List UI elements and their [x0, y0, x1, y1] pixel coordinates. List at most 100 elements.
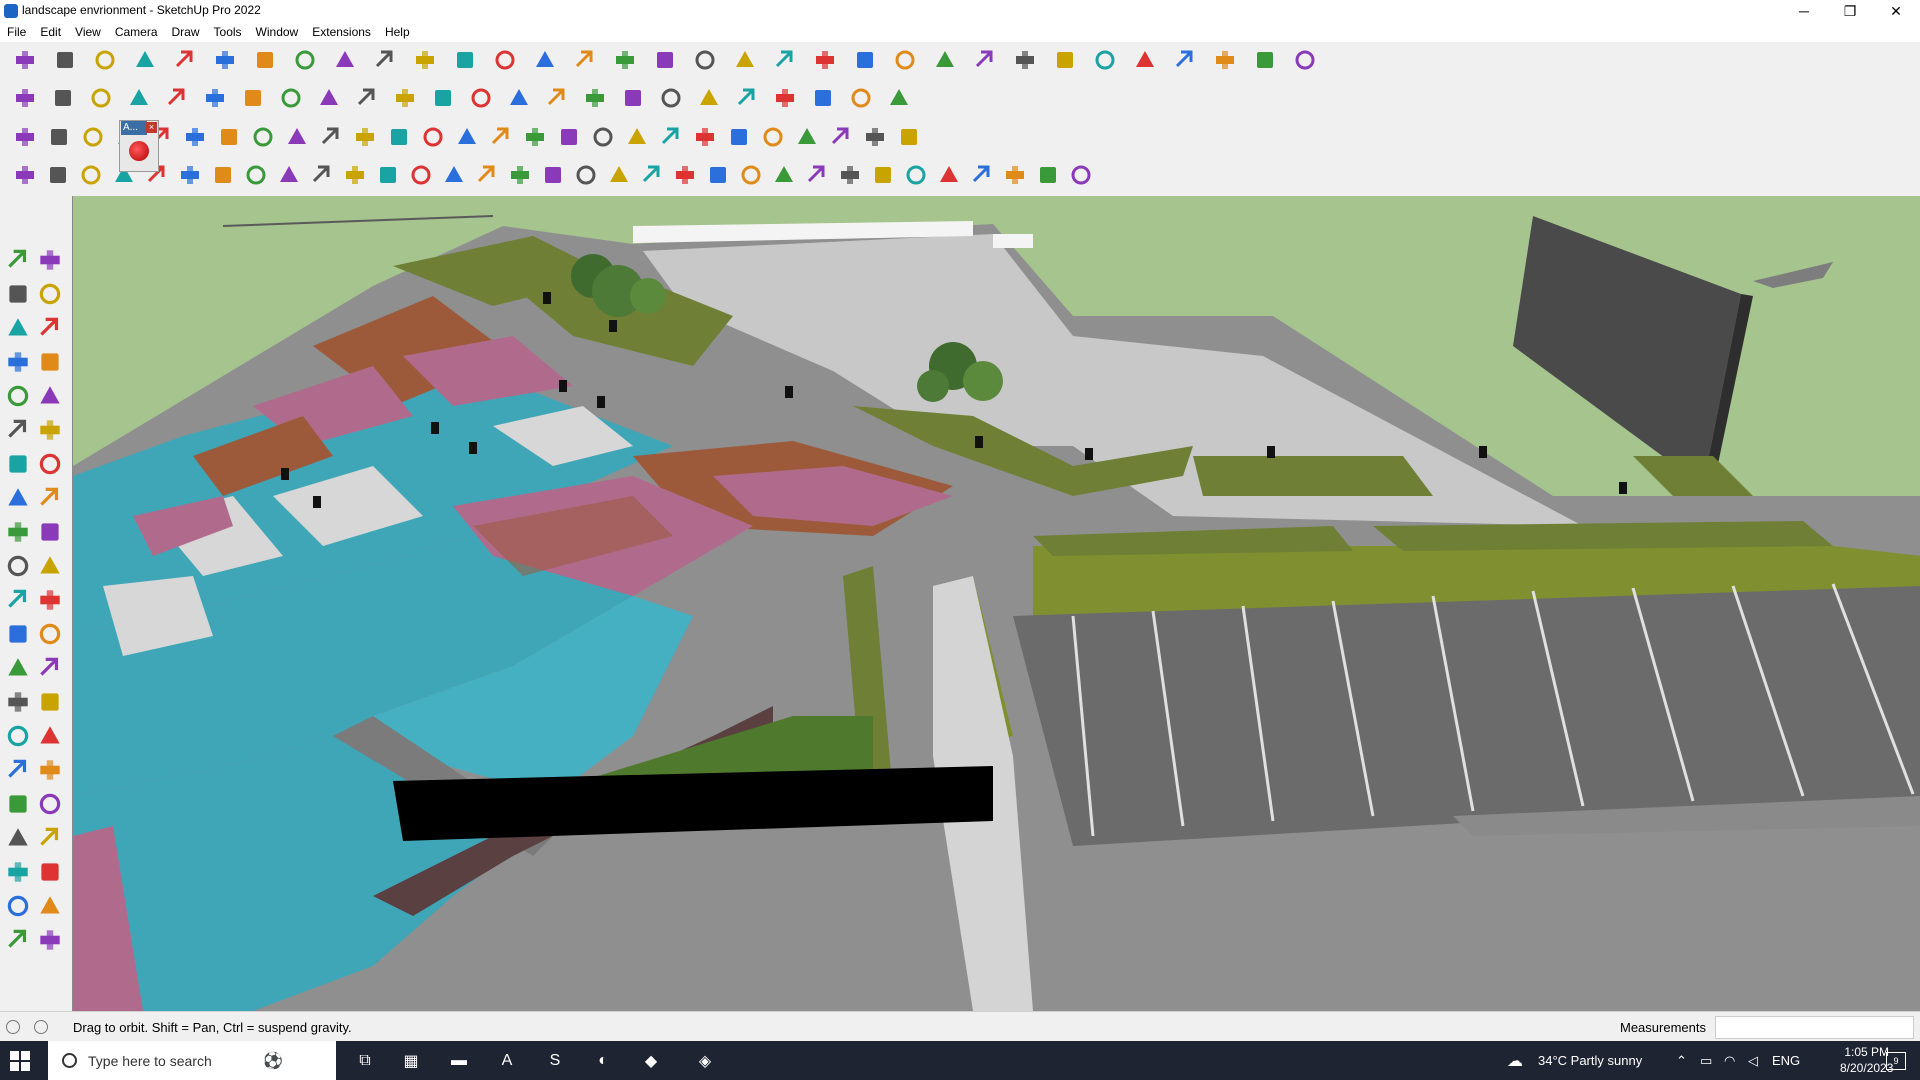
sparkle-icon[interactable] — [828, 124, 854, 150]
menu-camera[interactable]: Camera — [108, 22, 165, 42]
measure-icon[interactable] — [886, 85, 912, 111]
text-tool-icon[interactable] — [36, 654, 64, 682]
path-icon[interactable] — [12, 162, 38, 188]
top-view-icon[interactable] — [772, 47, 798, 73]
twist-icon[interactable] — [177, 162, 203, 188]
lattice-icon[interactable] — [243, 162, 269, 188]
freehand-tool-icon[interactable] — [36, 348, 64, 376]
push-pull-icon[interactable] — [252, 47, 278, 73]
arrows-up-icon[interactable] — [1052, 47, 1078, 73]
texture-icon[interactable] — [726, 124, 752, 150]
volume-icon[interactable]: ◁ — [1748, 1053, 1758, 1069]
brush-icon[interactable] — [810, 85, 836, 111]
layers-icon[interactable] — [932, 47, 958, 73]
cross-icon[interactable] — [386, 124, 412, 150]
tag-icon[interactable] — [1068, 162, 1094, 188]
column-icon[interactable] — [441, 162, 467, 188]
arc2-tool-icon[interactable] — [36, 484, 64, 512]
undo-icon[interactable] — [1212, 47, 1238, 73]
circle-tool-icon[interactable] — [4, 416, 32, 444]
zoom-window-tool-icon[interactable] — [36, 756, 64, 784]
shell-icon[interactable] — [240, 85, 266, 111]
bridge-icon[interactable] — [672, 162, 698, 188]
iso-view-icon[interactable] — [732, 47, 758, 73]
zoom-extents-tool-icon[interactable] — [4, 790, 32, 818]
minimize-button[interactable]: ─ — [1781, 0, 1827, 22]
arrow-icon[interactable] — [573, 162, 599, 188]
gear-icon[interactable] — [522, 124, 548, 150]
menu-window[interactable]: Window — [249, 22, 306, 42]
app-icon[interactable]: ◆ — [636, 1046, 666, 1076]
joint-icon[interactable] — [276, 162, 302, 188]
undo-curve-icon[interactable] — [624, 124, 650, 150]
move-grid-icon[interactable] — [896, 124, 922, 150]
camera-icon[interactable] — [1292, 47, 1318, 73]
menu-file[interactable]: File — [0, 22, 33, 42]
battery-icon[interactable]: ▭ — [1700, 1053, 1712, 1069]
move-icon[interactable] — [332, 47, 358, 73]
store-icon[interactable]: S — [540, 1046, 570, 1076]
line-tool-icon[interactable] — [4, 348, 32, 376]
follow-icon[interactable] — [292, 47, 318, 73]
previous-view-icon[interactable] — [36, 790, 64, 818]
text-icon[interactable] — [492, 47, 518, 73]
octagon-icon[interactable] — [658, 85, 684, 111]
roof-icon[interactable] — [468, 85, 494, 111]
orbit-icon[interactable] — [4, 722, 32, 750]
tape-icon[interactable] — [452, 47, 478, 73]
eraser-tool-icon[interactable] — [36, 280, 64, 308]
lasso-icon[interactable] — [172, 47, 198, 73]
bezier-icon[interactable] — [342, 162, 368, 188]
arc-icon[interactable] — [772, 85, 798, 111]
circle-icon[interactable] — [696, 85, 722, 111]
zoom-window-icon[interactable] — [652, 47, 678, 73]
floating-close-icon[interactable]: × — [146, 122, 157, 133]
look-around-icon[interactable] — [36, 824, 64, 852]
tag-tool-icon[interactable] — [36, 314, 64, 342]
grill-icon[interactable] — [837, 162, 863, 188]
arc-icon[interactable] — [284, 124, 310, 150]
skin-icon[interactable] — [210, 162, 236, 188]
component-icon[interactable] — [972, 47, 998, 73]
walk-tool-icon[interactable] — [4, 858, 32, 886]
tape-measure-icon[interactable] — [4, 620, 32, 648]
taskbar-search[interactable]: Type here to search — [48, 1041, 336, 1080]
weather-icon[interactable]: ☁ — [1500, 1046, 1530, 1076]
stack-icon[interactable] — [606, 162, 632, 188]
wall-icon[interactable] — [771, 162, 797, 188]
paint-bucket-icon[interactable] — [4, 280, 32, 308]
pie-tool-icon[interactable] — [36, 450, 64, 478]
arrows-down-icon[interactable] — [1092, 47, 1118, 73]
panel-icon[interactable] — [870, 162, 896, 188]
rotate-tool-icon[interactable] — [4, 552, 32, 580]
wifi-icon[interactable]: ◠ — [1724, 1053, 1735, 1069]
pan-icon[interactable] — [612, 47, 638, 73]
redo-icon[interactable] — [1252, 47, 1278, 73]
menu-help[interactable]: Help — [378, 22, 417, 42]
file-explorer-icon[interactable]: ▬ — [444, 1046, 474, 1076]
ramp-icon[interactable] — [639, 162, 665, 188]
weather-text[interactable]: 34°C Partly sunny — [1538, 1053, 1642, 1068]
cylinder-icon[interactable] — [88, 85, 114, 111]
pan-tool-icon[interactable] — [36, 722, 64, 750]
offset-tool-icon[interactable] — [36, 586, 64, 614]
language-indicator[interactable]: ENG — [1772, 1053, 1800, 1068]
grid-icon[interactable] — [182, 124, 208, 150]
solid-icon[interactable] — [1172, 47, 1198, 73]
orbit-tool-icon[interactable] — [36, 246, 64, 274]
dimension-tool-icon[interactable] — [36, 620, 64, 648]
select-icon[interactable] — [52, 47, 78, 73]
geo-location-icon[interactable] — [6, 1020, 20, 1034]
landscape-model-scene[interactable] — [73, 196, 1920, 1011]
style-icon[interactable] — [892, 47, 918, 73]
orbit-icon[interactable] — [572, 47, 598, 73]
position-camera-icon[interactable] — [4, 824, 32, 852]
arc3-tool-icon[interactable] — [4, 484, 32, 512]
shutter-icon[interactable] — [903, 162, 929, 188]
zoom-tool-icon[interactable] — [4, 756, 32, 784]
arc-tool-icon[interactable] — [4, 450, 32, 478]
brace-icon[interactable] — [1002, 162, 1028, 188]
measurements-input[interactable] — [1715, 1016, 1914, 1039]
knife-icon[interactable] — [582, 85, 608, 111]
eraser-icon[interactable] — [92, 47, 118, 73]
